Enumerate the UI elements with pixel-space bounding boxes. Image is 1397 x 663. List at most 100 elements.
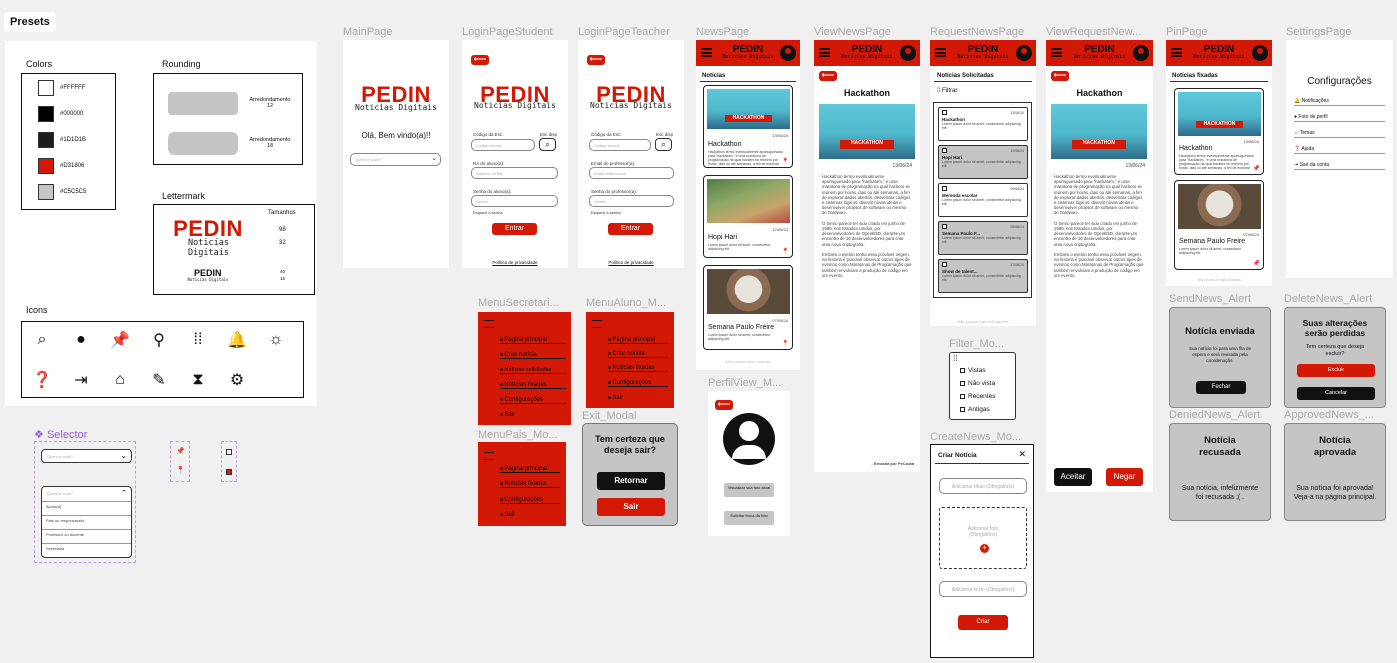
- checkbox[interactable]: [942, 262, 947, 268]
- settings-notifications[interactable]: 🔔 Notificações: [1294, 98, 1385, 106]
- back-button[interactable]: ⟵: [1051, 71, 1069, 81]
- pinned-card[interactable]: 07/06/24 Semana Paulo Freire Lorem ipsum…: [1174, 180, 1264, 270]
- deny-button[interactable]: Negar: [1106, 468, 1143, 486]
- menu-item-requests[interactable]: Notícias solicitadas: [500, 367, 566, 374]
- password-input[interactable]: Senha: [589, 195, 674, 207]
- return-button[interactable]: Retornar: [597, 472, 665, 490]
- request-photo-change-button[interactable]: Solicitar troca da foto: [724, 511, 774, 525]
- school-code-input[interactable]: Código escola: [589, 139, 651, 151]
- cancel-button[interactable]: Cancelar: [1297, 387, 1375, 400]
- pin-outline-icon[interactable]: 📍: [782, 340, 789, 347]
- filter-option-recent[interactable]: Recentes: [960, 393, 995, 400]
- password-input[interactable]: Senha: [471, 195, 558, 207]
- back-button[interactable]: ⟵: [471, 55, 489, 65]
- settings-profile-photo[interactable]: ● Foto de perfil: [1294, 114, 1385, 122]
- ra-input[interactable]: Número do RA: [471, 167, 558, 179]
- presets-tab[interactable]: Presets: [4, 12, 56, 32]
- close-menu-icon[interactable]: [484, 452, 494, 460]
- checkbox[interactable]: [942, 110, 947, 116]
- exit-button[interactable]: Sair: [597, 498, 665, 516]
- close-menu-icon[interactable]: [484, 320, 494, 328]
- menu-item-settings[interactable]: Configurações: [500, 397, 566, 404]
- menu-item-pinned[interactable]: Notícias fixadas: [500, 382, 566, 389]
- menu-item-home[interactable]: Página principal: [500, 337, 566, 344]
- avatar[interactable]: [900, 45, 916, 61]
- menu-item-create[interactable]: Criar notícia: [500, 352, 566, 359]
- request-item[interactable]: 13/06/24 Hackathon Lorem ipsum dolor sit a…: [938, 107, 1028, 141]
- menu-item-pinned[interactable]: Notícias fixadas: [500, 481, 560, 488]
- selector-open[interactable]: Quem é você? ⌃ Aluno(a) Pais ou responsa…: [41, 486, 132, 558]
- checkbox[interactable]: [942, 186, 947, 192]
- forgot-password-link[interactable]: Esqueci a senha: [591, 210, 621, 215]
- view-photo-button[interactable]: Visualizar sua foto atual: [724, 483, 774, 497]
- pin-filled-icon[interactable]: 📌: [1253, 260, 1260, 267]
- request-item[interactable]: 12/06/24 Hopi Hari Lorem ipsum dolor sit a…: [938, 145, 1028, 179]
- selector-option[interactable]: Pais ou responsavels: [42, 515, 131, 529]
- filter-option-viewed[interactable]: Vistas: [960, 367, 986, 374]
- request-item[interactable]: 05/06/24 Semana Paulo F... Lorem ipsum dol…: [938, 221, 1028, 255]
- back-button[interactable]: ⟵: [587, 55, 605, 65]
- request-item[interactable]: 27/05/24 Show de talent... Lorem ipsum dol…: [938, 259, 1028, 293]
- text-input[interactable]: Adicionar texto (Obrigatório): [939, 581, 1027, 597]
- menu-item-create[interactable]: Criar notícia: [608, 351, 668, 358]
- menu-item-exit[interactable]: Sair: [500, 412, 566, 418]
- news-card[interactable]: 12/06/24 Hopi Hari Lorem ipsum dolor sit…: [703, 175, 793, 258]
- pinned-card[interactable]: HACKATHON 13/06/24 Hackathon Hackathon t…: [1174, 88, 1264, 175]
- menu-item-settings[interactable]: Configurações: [500, 497, 560, 504]
- pin-outline-icon[interactable]: 📍: [782, 248, 789, 255]
- selector-option[interactable]: Aluno(a): [42, 501, 131, 515]
- search-button[interactable]: ⌕: [539, 138, 556, 151]
- pin-outline-icon[interactable]: 📍: [782, 158, 789, 165]
- close-button[interactable]: Fechar: [1196, 381, 1246, 394]
- menu-item-pinned[interactable]: Notícias fixadas: [608, 365, 668, 372]
- menu-item-exit[interactable]: Sair: [500, 512, 560, 518]
- checkbox[interactable]: [960, 380, 965, 386]
- create-button[interactable]: Criar: [958, 615, 1008, 630]
- add-photo-button[interactable]: +: [980, 544, 989, 553]
- avatar[interactable]: [1016, 45, 1032, 61]
- title-input[interactable]: Adicionar título (Obrigatório): [939, 478, 1027, 494]
- email-input[interactable]: Email institucional: [589, 167, 674, 179]
- settings-themes[interactable]: ☼ Temas: [1294, 130, 1385, 138]
- checkbox[interactable]: [960, 367, 965, 373]
- news-card[interactable]: 07/06/24 Semana Paulo Freire Lorem ipsum…: [703, 265, 793, 350]
- checkbox[interactable]: [960, 393, 965, 399]
- close-menu-icon[interactable]: [592, 320, 602, 328]
- selector-option[interactable]: Professor ou docente: [42, 529, 131, 543]
- school-code-input[interactable]: Código escola: [471, 139, 535, 151]
- enter-button[interactable]: Entrar: [608, 223, 653, 235]
- delete-button[interactable]: Excluir: [1297, 364, 1375, 377]
- menu-item-home[interactable]: Página principal: [608, 337, 668, 344]
- colors-box: #FFFFFF #000000 #1D1D1B #D31806 #C5C5C5: [21, 73, 116, 210]
- filter-option-old[interactable]: Antigas: [960, 406, 990, 413]
- accept-button[interactable]: Aceitar: [1054, 468, 1092, 486]
- close-icon[interactable]: ✕: [1018, 449, 1026, 460]
- menu-item-exit[interactable]: Sair: [608, 395, 668, 401]
- avatar[interactable]: [1133, 45, 1149, 61]
- selector-closed[interactable]: Quem é você? ⌄: [41, 449, 132, 463]
- privacy-link[interactable]: Política de privacidade: [578, 260, 684, 265]
- enter-button[interactable]: Entrar: [492, 223, 537, 235]
- search-button[interactable]: ⌕: [655, 138, 672, 151]
- avatar[interactable]: [1252, 45, 1268, 61]
- privacy-link[interactable]: Política de privacidade: [462, 260, 568, 265]
- back-button[interactable]: ⟵: [819, 71, 837, 81]
- checkbox[interactable]: [960, 406, 965, 412]
- back-button[interactable]: ⟵: [715, 400, 733, 410]
- request-item[interactable]: 09/06/24 Merenda escolar Lorem ipsum dolor…: [938, 183, 1028, 217]
- filter-button[interactable]: ⁞⁞ Filtrar: [937, 88, 957, 94]
- settings-logout[interactable]: ⇥ Sair da conta: [1294, 162, 1385, 170]
- news-card[interactable]: HACKATHON 13/06/24 Hackathon Hackathon t…: [703, 85, 793, 168]
- forgot-password-link[interactable]: Esqueci a senha: [473, 210, 503, 215]
- checkbox[interactable]: [942, 224, 947, 230]
- checkbox[interactable]: [942, 148, 947, 154]
- avatar[interactable]: [780, 45, 796, 61]
- role-select[interactable]: Quem é você? ⌄: [350, 153, 441, 166]
- menu-item-settings[interactable]: Configurações: [608, 380, 668, 387]
- pin-filled-icon[interactable]: 📌: [1253, 165, 1260, 172]
- photo-dropzone[interactable]: Adicionar foto (Obrigatório) +: [939, 507, 1027, 569]
- menu-item-home[interactable]: Página principal: [500, 466, 560, 473]
- settings-help[interactable]: ❓ Ajuda: [1294, 146, 1385, 154]
- filter-option-unviewed[interactable]: Não vista: [960, 380, 995, 387]
- selector-option[interactable]: Secretaria: [42, 543, 131, 557]
